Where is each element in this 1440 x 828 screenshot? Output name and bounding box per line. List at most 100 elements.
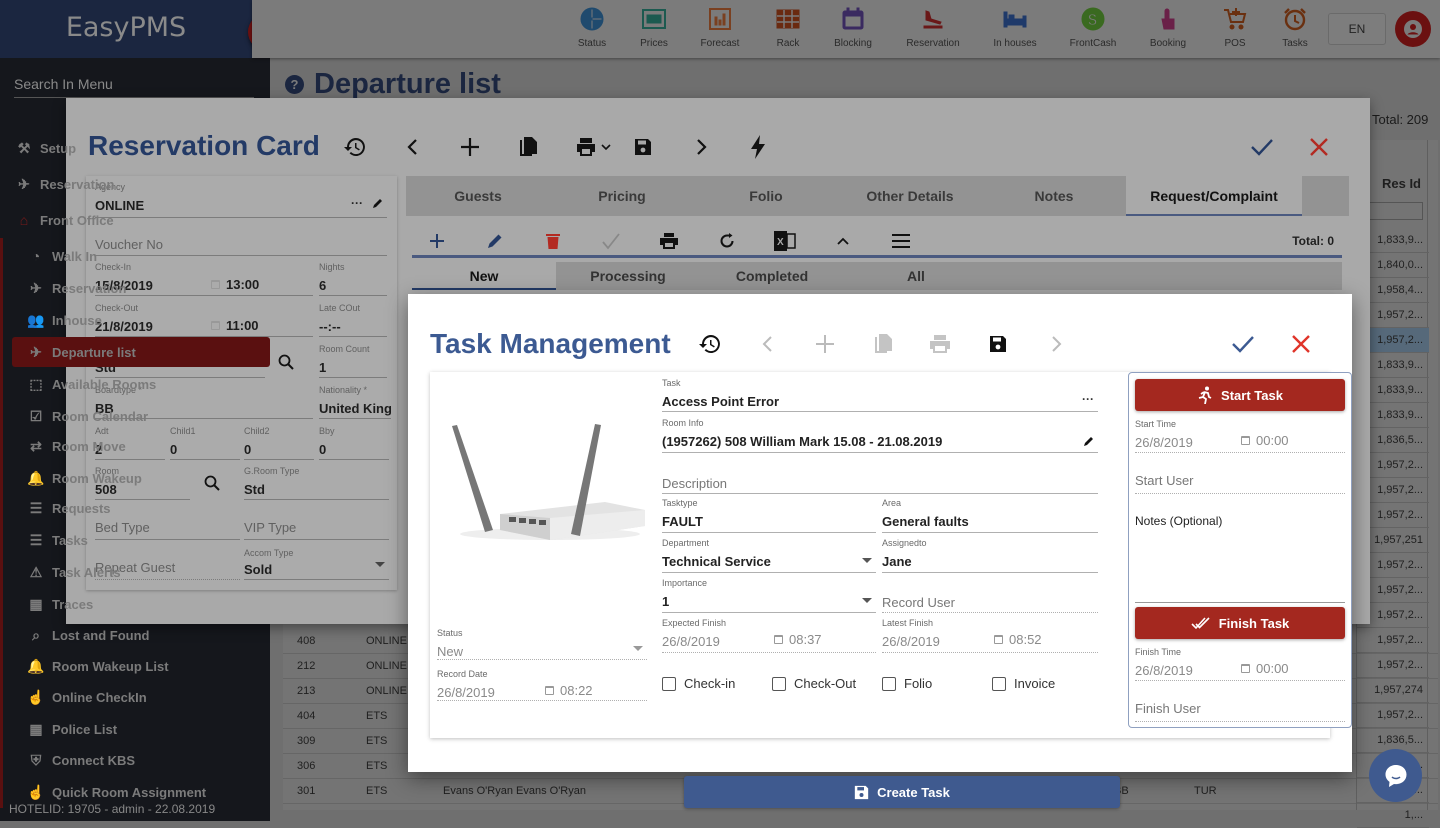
area-field[interactable]: Area General faults bbox=[882, 498, 1098, 533]
tab-other-details[interactable]: Other Details bbox=[838, 176, 982, 216]
notes-textarea[interactable]: Notes (Optional) bbox=[1135, 503, 1345, 603]
calendar-icon[interactable] bbox=[1241, 664, 1250, 673]
top-nav-status[interactable]: Status bbox=[562, 6, 622, 49]
sidebar-item[interactable]: ⚒ Setup bbox=[0, 133, 270, 163]
subtab-all[interactable]: All bbox=[844, 262, 988, 290]
checkbox-box[interactable] bbox=[992, 676, 1006, 691]
top-nav-rack[interactable]: Rack bbox=[758, 6, 818, 49]
sidebar-item[interactable]: ☝ Quick Room Assignment bbox=[0, 777, 270, 807]
print-menu-icon[interactable] bbox=[574, 134, 614, 160]
tasktype-field[interactable]: Tasktype FAULT bbox=[662, 498, 876, 533]
copy-icon[interactable] bbox=[870, 331, 896, 357]
previous-icon[interactable] bbox=[755, 331, 781, 357]
add-icon[interactable] bbox=[812, 331, 838, 357]
confirm-check-icon[interactable] bbox=[1230, 331, 1256, 357]
refresh-icon[interactable] bbox=[714, 228, 740, 254]
language-selector[interactable]: EN bbox=[1328, 13, 1386, 45]
room-info-field[interactable]: Room Info (1957262) 508 William Mark 15.… bbox=[662, 418, 1098, 453]
top-nav-reservation[interactable]: Reservation bbox=[903, 6, 963, 49]
help-icon[interactable]: ? bbox=[285, 75, 304, 94]
res-id-header[interactable]: Res Id bbox=[1382, 176, 1421, 191]
subtab-new[interactable]: New bbox=[412, 262, 556, 290]
status-select[interactable]: Status New bbox=[437, 628, 647, 660]
print-request-icon[interactable] bbox=[656, 228, 682, 254]
calendar-icon[interactable] bbox=[1241, 436, 1250, 445]
column-menu-icon[interactable] bbox=[888, 228, 914, 254]
top-nav-prices[interactable]: Prices bbox=[624, 6, 684, 49]
sidebar-item[interactable]: ✈ Reservation bbox=[0, 169, 270, 199]
add-icon[interactable] bbox=[457, 134, 483, 160]
checkbox-box[interactable] bbox=[772, 676, 786, 691]
sidebar-item[interactable]: ⚠ Task Alerts bbox=[0, 557, 270, 587]
tab-request-complaint[interactable]: Request/Complaint bbox=[1126, 176, 1302, 216]
checkbox-box[interactable] bbox=[662, 676, 676, 691]
sidebar-item[interactable]: ⇄ Room Move bbox=[0, 431, 270, 461]
task-field[interactable]: Task Access Point Error ··· bbox=[662, 378, 1098, 412]
room-type-search-icon[interactable] bbox=[278, 354, 294, 370]
sidebar-item[interactable]: ✈ Departure list bbox=[12, 337, 270, 367]
history-icon[interactable] bbox=[697, 331, 723, 357]
sidebar-item[interactable]: ▦ Police List bbox=[0, 714, 270, 744]
copy-icon[interactable] bbox=[515, 134, 541, 160]
late-checkout-field[interactable]: Late COut --:-- bbox=[319, 303, 387, 337]
finish-time-field[interactable]: Finish Time 26/8/2019 00:00 bbox=[1135, 647, 1345, 681]
record-user-input[interactable]: Record User bbox=[882, 578, 1098, 613]
checkbox-invoice[interactable]: Invoice bbox=[992, 676, 1055, 691]
room-count-field[interactable]: Room Count 1 bbox=[319, 344, 387, 378]
importance-select[interactable]: Importance 1 bbox=[662, 578, 876, 613]
chat-widget-button[interactable] bbox=[1369, 749, 1422, 802]
top-nav-booking[interactable]: Booking bbox=[1138, 6, 1198, 49]
nationality-field[interactable]: Nationality * United Kingdom bbox=[319, 385, 391, 419]
start-user-input[interactable]: Start User bbox=[1135, 461, 1345, 494]
tab-guests[interactable]: Guests bbox=[406, 176, 550, 216]
sidebar-item[interactable]: ☝ Online CheckIn bbox=[0, 682, 270, 712]
subtab-processing[interactable]: Processing bbox=[556, 262, 700, 290]
top-nav-pos[interactable]: POS bbox=[1205, 6, 1265, 49]
sidebar-item[interactable]: ☑ Room Calendar bbox=[0, 401, 270, 431]
sidebar-item[interactable]: 👥 Inhouse bbox=[0, 305, 270, 335]
sidebar-item[interactable]: ☰ Requests bbox=[0, 493, 270, 523]
checkbox-check-in[interactable]: Check-in bbox=[662, 676, 735, 691]
print-icon[interactable] bbox=[927, 331, 953, 357]
top-nav-frontcash[interactable]: $ FrontCash bbox=[1063, 6, 1123, 49]
res-id-filter-input[interactable] bbox=[1361, 202, 1423, 220]
close-icon[interactable] bbox=[1306, 134, 1332, 160]
sidebar-item[interactable]: ⌕ Lost and Found bbox=[0, 620, 270, 650]
sidebar-item[interactable]: ▦ Traces bbox=[0, 589, 270, 619]
sidebar-item[interactable]: ☰ Tasks bbox=[0, 525, 270, 555]
calendar-icon[interactable] bbox=[774, 635, 783, 644]
lightning-icon[interactable] bbox=[745, 134, 771, 160]
checkbox-box[interactable] bbox=[882, 676, 896, 691]
tab-notes[interactable]: Notes bbox=[982, 176, 1126, 216]
sidebar-item[interactable]: ✈ Reservation bbox=[0, 273, 270, 303]
next-icon[interactable] bbox=[1043, 331, 1069, 357]
sidebar-item[interactable]: 🔔 Room Wakeup bbox=[0, 463, 270, 493]
record-date-field[interactable]: Record Date 26/8/2019 08:22 bbox=[437, 669, 647, 701]
calendar-icon[interactable] bbox=[994, 635, 1003, 644]
excel-export-icon[interactable]: X bbox=[772, 228, 798, 254]
confirm-check-icon[interactable] bbox=[1249, 134, 1275, 160]
latest-finish-field[interactable]: Latest Finish 26/8/2019 08:52 bbox=[882, 618, 1098, 653]
sidebar-item[interactable]: ⛨ Connect KBS bbox=[0, 745, 270, 775]
collapse-icon[interactable] bbox=[830, 228, 856, 254]
close-icon[interactable] bbox=[1288, 331, 1314, 357]
top-nav-blocking[interactable]: Blocking bbox=[823, 6, 883, 49]
more-icon[interactable]: ··· bbox=[351, 196, 363, 210]
add-request-icon[interactable] bbox=[424, 228, 450, 254]
more-icon[interactable]: ··· bbox=[1082, 392, 1094, 406]
sidebar-item[interactable]: ◔ Walk In bbox=[0, 241, 270, 271]
menu-search-input[interactable]: Search In Menu bbox=[14, 72, 254, 98]
save-icon[interactable] bbox=[985, 331, 1011, 357]
sidebar-item[interactable]: ⌂ Front Office bbox=[0, 205, 270, 235]
start-task-button[interactable]: Start Task bbox=[1135, 379, 1345, 411]
subtab-completed[interactable]: Completed bbox=[700, 262, 844, 290]
finish-task-button[interactable]: Finish Task bbox=[1135, 607, 1345, 639]
previous-icon[interactable] bbox=[400, 134, 426, 160]
department-select[interactable]: Department Technical Service bbox=[662, 538, 876, 573]
delete-request-icon[interactable] bbox=[540, 228, 566, 254]
description-input[interactable]: Description bbox=[662, 462, 1098, 494]
checkbox-folio[interactable]: Folio bbox=[882, 676, 932, 691]
assignedto-field[interactable]: Assignedto Jane bbox=[882, 538, 1098, 573]
edit-request-icon[interactable] bbox=[482, 228, 508, 254]
expected-finish-field[interactable]: Expected Finish 26/8/2019 08:37 bbox=[662, 618, 876, 653]
